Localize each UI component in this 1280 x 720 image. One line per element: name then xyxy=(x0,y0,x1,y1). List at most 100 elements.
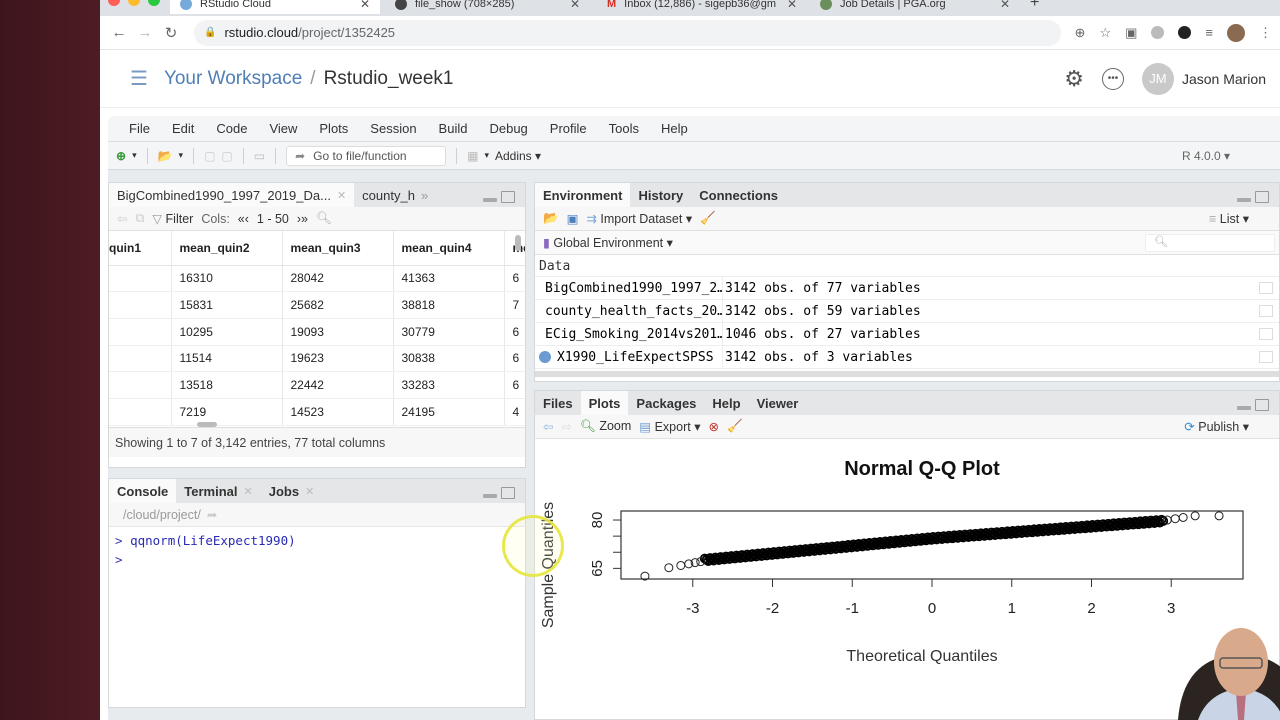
tab-terminal[interactable]: Terminal ✕ xyxy=(176,479,260,503)
menu-code[interactable]: Code xyxy=(205,121,258,136)
env-item[interactable]: BigCombined1990_1997_2… 3142 obs. of 77 … xyxy=(535,276,1279,300)
tab-overflow-icon[interactable]: » xyxy=(421,188,428,203)
env-item[interactable]: county_health_facts_20… 3142 obs. of 59 … xyxy=(535,299,1279,323)
zoom-button[interactable]: 🔍︎ Zoom xyxy=(580,419,631,434)
horizontal-scrollbar[interactable] xyxy=(197,422,217,427)
close-tab-icon[interactable]: ✕ xyxy=(244,485,253,498)
open-dropdown-icon[interactable]: ▾ xyxy=(179,150,184,161)
url-input[interactable]: 🔒 rstudio.cloud/project/1352425 xyxy=(194,19,1061,46)
close-tab-icon[interactable]: ✕ xyxy=(305,485,314,498)
new-tab-button[interactable]: + xyxy=(1030,0,1039,12)
browser-menu-icon[interactable]: ⋮ xyxy=(1259,25,1272,41)
back-arrow-icon[interactable]: ⇦ xyxy=(117,211,127,226)
save-icon[interactable]: ▢ xyxy=(204,149,215,163)
tab-files[interactable]: Files xyxy=(535,391,581,415)
tab-jobs[interactable]: Jobs ✕ xyxy=(261,479,323,503)
menu-plots[interactable]: Plots xyxy=(308,121,359,136)
extension-icon[interactable]: ▣ xyxy=(1125,25,1137,41)
close-tab-icon[interactable]: ✕ xyxy=(360,0,370,11)
menu-file[interactable]: File xyxy=(118,121,161,136)
layout-dropdown-icon[interactable]: ▾ xyxy=(484,150,489,161)
view-data-icon[interactable] xyxy=(1259,282,1273,294)
vertical-scrollbar[interactable] xyxy=(515,235,521,251)
browser-tab-inbox[interactable]: M Inbox (12,886) - sigepb36@gm ✕ xyxy=(597,0,807,14)
more-options-icon[interactable]: ••• xyxy=(1101,67,1124,90)
close-tab-icon[interactable]: ✕ xyxy=(337,189,346,202)
goto-file-input[interactable]: ➦ Go to file/function xyxy=(286,145,447,166)
new-file-icon[interactable]: ⊕ xyxy=(116,149,126,163)
reload-button[interactable]: ↻ xyxy=(158,24,184,42)
popout-icon[interactable]: ⧉ xyxy=(135,211,144,226)
menu-session[interactable]: Session xyxy=(359,121,427,136)
forward-button[interactable]: → xyxy=(132,24,158,41)
column-header[interactable]: mean_quin2 xyxy=(171,231,283,266)
table-row[interactable]: 13518 22442 33283 6 xyxy=(109,371,525,399)
menu-edit[interactable]: Edit xyxy=(161,121,205,136)
column-header[interactable]: quin1 xyxy=(109,231,172,266)
view-mode-selector[interactable]: ≡ List ▾ xyxy=(1209,211,1249,226)
cols-prev-icon[interactable]: «‹ xyxy=(238,212,249,226)
cols-next-icon[interactable]: ›» xyxy=(297,212,308,226)
tab-viewer[interactable]: Viewer xyxy=(749,391,807,415)
maximize-pane-icon[interactable] xyxy=(501,191,515,203)
browser-tab-file-show[interactable]: file_show (708×285) ✕ xyxy=(385,0,590,14)
save-all-icon[interactable]: ▢ xyxy=(221,149,232,163)
export-button[interactable]: ▤ Export ▾ xyxy=(639,419,700,434)
user-name[interactable]: Jason Marion xyxy=(1182,71,1266,87)
new-file-dropdown-icon[interactable]: ▾ xyxy=(132,150,137,161)
print-icon[interactable]: ▭ xyxy=(254,149,265,163)
filter-button[interactable]: ▽ Filter xyxy=(152,211,193,226)
extension-circle-icon[interactable] xyxy=(1151,26,1165,39)
broom-clear-icon[interactable]: 🧹 xyxy=(700,211,716,226)
table-row[interactable]: 10295 19093 30779 6 xyxy=(109,318,525,346)
column-header[interactable]: mean_quin3 xyxy=(282,231,394,266)
table-row[interactable]: 15831 25682 38818 7 xyxy=(109,291,525,319)
open-folder-icon[interactable]: 📂 xyxy=(158,149,173,163)
media-control-icon[interactable]: ≡ xyxy=(1205,25,1213,40)
bookmark-star-icon[interactable]: ☆ xyxy=(1099,25,1111,41)
expand-object-icon[interactable] xyxy=(539,351,551,363)
addins-button[interactable]: Addins ▾ xyxy=(495,149,541,163)
minimize-window-button[interactable] xyxy=(128,0,140,6)
menu-build[interactable]: Build xyxy=(428,121,479,136)
r-version-selector[interactable]: R 4.0.0 ▾ xyxy=(1182,149,1230,163)
menu-tools[interactable]: Tools xyxy=(598,121,650,136)
load-workspace-icon[interactable]: 📂 xyxy=(543,211,559,226)
tab-county-health[interactable]: county_h » xyxy=(354,183,436,207)
close-tab-icon[interactable]: ✕ xyxy=(1000,0,1010,11)
browser-tab-pga[interactable]: Job Details | PGA.org ✕ xyxy=(810,0,1020,14)
close-tab-icon[interactable]: ✕ xyxy=(787,0,797,11)
import-dataset-button[interactable]: ⇉ Import Dataset ▾ xyxy=(586,211,692,226)
column-header[interactable]: mean_quin4 xyxy=(393,231,505,266)
menu-help[interactable]: Help xyxy=(650,121,699,136)
search-icon[interactable]: 🔍︎ xyxy=(316,211,332,226)
tab-packages[interactable]: Packages xyxy=(628,391,704,415)
breadcrumb-workspace[interactable]: Your Workspace xyxy=(164,68,302,90)
tab-history[interactable]: History xyxy=(630,183,691,207)
tab-bigcombined-data[interactable]: BigCombined1990_1997_2019_Da... ✕ xyxy=(109,183,355,207)
tab-environment[interactable]: Environment xyxy=(535,183,631,207)
scope-selector[interactable]: ▮ Global Environment ▾ xyxy=(543,235,673,250)
table-row[interactable]: 11514 19623 30838 6 xyxy=(109,345,525,373)
hamburger-menu-icon[interactable]: ☰ xyxy=(130,66,148,91)
broom-clear-plots-icon[interactable]: 🧹 xyxy=(727,419,743,434)
browser-tab-rstudio[interactable]: RStudio Cloud ✕ xyxy=(170,0,380,14)
console-output[interactable]: > qqnorm(LifeExpect1990) > xyxy=(109,527,525,573)
menu-debug[interactable]: Debug xyxy=(478,121,538,136)
tab-connections[interactable]: Connections xyxy=(691,183,786,207)
minimize-pane-icon[interactable] xyxy=(1237,406,1251,410)
menu-view[interactable]: View xyxy=(258,121,308,136)
save-workspace-icon[interactable]: ▣ xyxy=(567,211,579,226)
table-row[interactable]: 16310 28042 41363 6 xyxy=(109,265,525,293)
view-data-icon[interactable] xyxy=(1259,328,1273,340)
tab-help[interactable]: Help xyxy=(704,391,748,415)
menu-profile[interactable]: Profile xyxy=(539,121,598,136)
tab-plots[interactable]: Plots xyxy=(580,391,629,415)
previous-plot-icon[interactable]: ⇦ xyxy=(543,419,553,434)
env-search-input[interactable]: 🔍︎ xyxy=(1145,233,1275,252)
maximize-pane-icon[interactable] xyxy=(1255,399,1269,411)
zoom-window-button[interactable] xyxy=(148,0,160,6)
maximize-pane-icon[interactable] xyxy=(501,487,515,499)
minimize-pane-icon[interactable] xyxy=(483,198,497,202)
zoom-indicator-icon[interactable]: ⊕ xyxy=(1075,25,1086,41)
